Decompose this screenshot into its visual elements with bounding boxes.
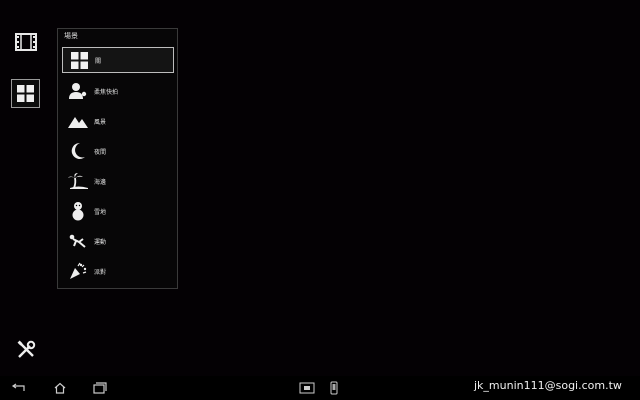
sports-icon	[66, 230, 90, 252]
snowman-icon	[66, 200, 90, 222]
scene-item-snow[interactable]: 雪地	[62, 198, 174, 224]
phone-button[interactable]	[324, 379, 344, 397]
grid-icon	[17, 85, 34, 102]
camera-mode-button[interactable]	[297, 379, 317, 397]
scene-item-label: 派對	[94, 268, 107, 276]
portrait-icon	[66, 80, 90, 102]
recent-apps-icon	[93, 382, 107, 394]
film-mode-button[interactable]	[13, 32, 39, 52]
scene-item-label: 雪地	[94, 208, 107, 216]
scene-mode-button[interactable]	[11, 79, 40, 108]
grid-icon	[67, 49, 91, 71]
panel-title: 場景	[64, 32, 78, 40]
scene-item-landscape[interactable]: 風景	[62, 108, 174, 134]
scene-panel: 場景 關 柔焦快拍 風景 夜間 海邊 雪地 運動 派對	[57, 28, 178, 289]
home-button[interactable]	[50, 379, 70, 397]
scene-item-party[interactable]: 派對	[62, 258, 174, 284]
scene-item-sports[interactable]: 運動	[62, 228, 174, 254]
scene-item-night[interactable]: 夜間	[62, 138, 174, 164]
scene-item-label: 柔焦快拍	[94, 88, 119, 96]
scene-item-label: 海邊	[94, 178, 107, 186]
camera-mode-icon	[299, 382, 315, 394]
film-icon	[15, 33, 37, 51]
scene-item-beach[interactable]: 海邊	[62, 168, 174, 194]
scene-item-label: 運動	[94, 238, 107, 246]
scene-item-off[interactable]: 關	[62, 47, 174, 73]
scene-item-label: 夜間	[94, 148, 107, 156]
scene-item-label: 關	[95, 57, 102, 65]
home-icon	[54, 382, 66, 394]
back-button[interactable]	[8, 379, 28, 397]
moon-icon	[66, 140, 90, 162]
recent-apps-button[interactable]	[90, 379, 110, 397]
phone-icon	[330, 381, 338, 395]
watermark-text: jk_munin111@sogi.com.tw	[474, 379, 622, 392]
scene-item-label: 風景	[94, 118, 107, 126]
beach-icon	[66, 170, 90, 192]
mountain-icon	[66, 110, 90, 132]
party-icon	[66, 260, 90, 282]
settings-tools-button[interactable]	[14, 339, 38, 361]
tools-icon	[17, 340, 36, 358]
scene-item-soft-snap[interactable]: 柔焦快拍	[62, 78, 174, 104]
back-icon	[11, 383, 25, 391]
